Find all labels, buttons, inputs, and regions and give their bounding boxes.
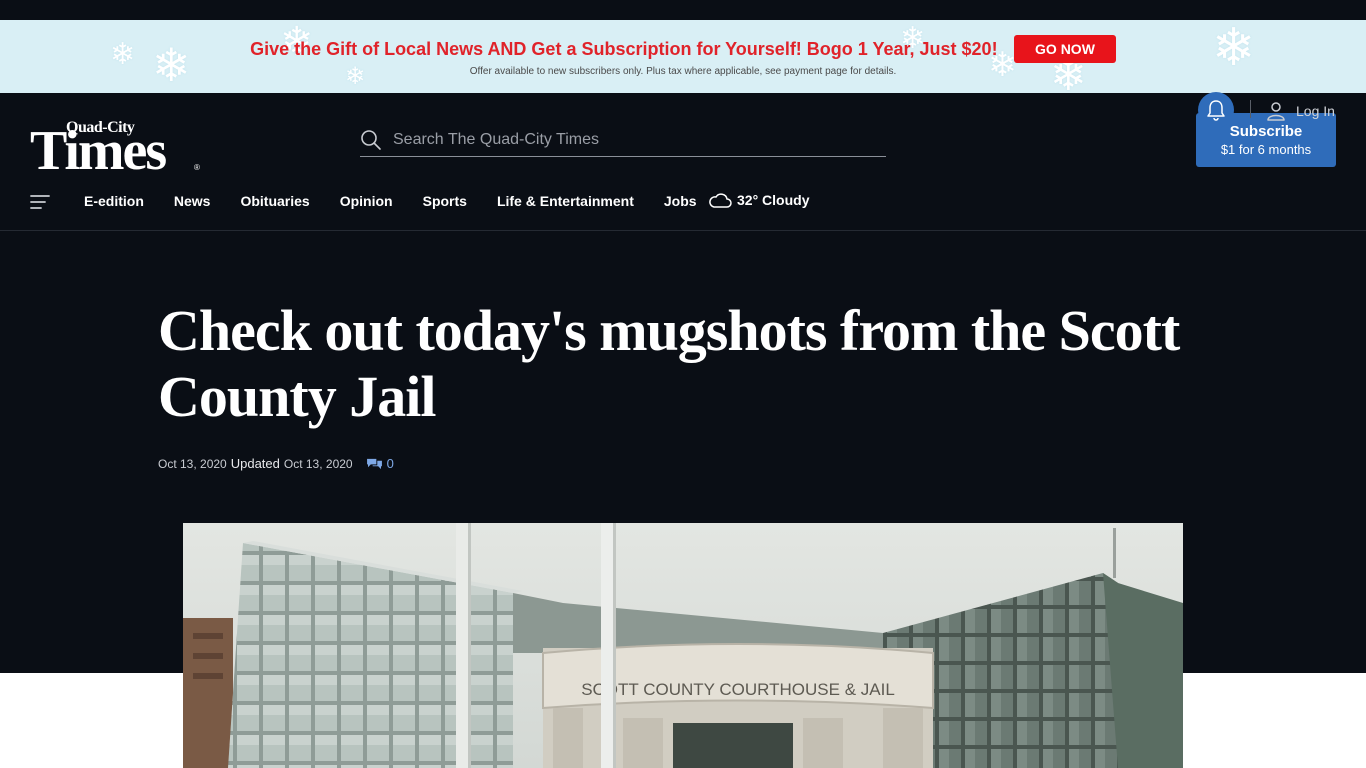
search-bar[interactable] <box>360 126 886 157</box>
nav-item-jobs[interactable]: Jobs <box>664 193 697 209</box>
bell-icon <box>1207 100 1225 121</box>
cloud-icon <box>709 193 732 208</box>
nav-links: E-edition News Obituaries Opinion Sports… <box>84 193 727 209</box>
weather-widget[interactable]: 32° Cloudy <box>708 191 810 209</box>
article-photo[interactable]: SCOTT COUNTY COURTHOUSE & JAIL <box>183 523 1183 768</box>
courthouse-photo: SCOTT COUNTY COURTHOUSE & JAIL <box>183 523 1183 768</box>
comments-link[interactable]: 0 <box>366 456 394 471</box>
nav-item-obituaries[interactable]: Obituaries <box>240 193 309 209</box>
comments-icon <box>366 458 382 470</box>
site-logo[interactable]: Quad-City Times ® <box>30 119 202 182</box>
user-icon <box>1267 102 1285 121</box>
updated-label: Updated <box>230 456 280 471</box>
article-meta: Oct 13, 2020 Updated Oct 13, 2020 0 <box>158 456 394 471</box>
menu-icon[interactable] <box>30 194 50 210</box>
login-label: Log In <box>1296 103 1335 119</box>
promo-fine-print: Offer available to new subscribers only.… <box>469 66 897 77</box>
comment-count: 0 <box>386 456 394 471</box>
nav-item-sports[interactable]: Sports <box>423 193 467 209</box>
go-now-button[interactable]: GO NOW <box>1014 35 1116 63</box>
header-divider <box>1250 100 1251 118</box>
promo-banner[interactable]: ❄ ❄ ❄ ❄ ❄ ❄ ❄ ❄ Give the Gift of Local N… <box>0 20 1366 93</box>
search-input[interactable] <box>393 129 873 151</box>
login-button[interactable]: Log In <box>1266 101 1335 121</box>
nav-item-news[interactable]: News <box>174 193 211 209</box>
publish-date: Oct 13, 2020 <box>158 456 227 471</box>
updated-date: Oct 13, 2020 <box>283 456 353 471</box>
nav-item-opinion[interactable]: Opinion <box>340 193 393 209</box>
logo-times: Times <box>30 120 167 182</box>
nav-item-e-edition[interactable]: E-edition <box>84 193 144 209</box>
notifications-button[interactable] <box>1198 92 1234 128</box>
promo-headline[interactable]: Give the Gift of Local News AND Get a Su… <box>250 39 998 60</box>
main-nav: E-edition News Obituaries Opinion Sports… <box>0 185 1366 219</box>
search-icon[interactable] <box>360 129 382 151</box>
article-headline: Check out today's mugshots from the Scot… <box>158 298 1180 429</box>
top-strip <box>0 0 1366 20</box>
nav-item-life-entertainment[interactable]: Life & Entertainment <box>497 193 634 209</box>
logo-registered: ® <box>194 163 200 172</box>
photo-sign-text: SCOTT COUNTY COURTHOUSE & JAIL <box>581 680 895 699</box>
masthead: Quad-City Times ® Subscribe $1 for 6 mon… <box>0 93 1366 231</box>
subscribe-offer: $1 for 6 months <box>1220 142 1312 157</box>
weather-text: 32° Cloudy <box>737 192 810 208</box>
